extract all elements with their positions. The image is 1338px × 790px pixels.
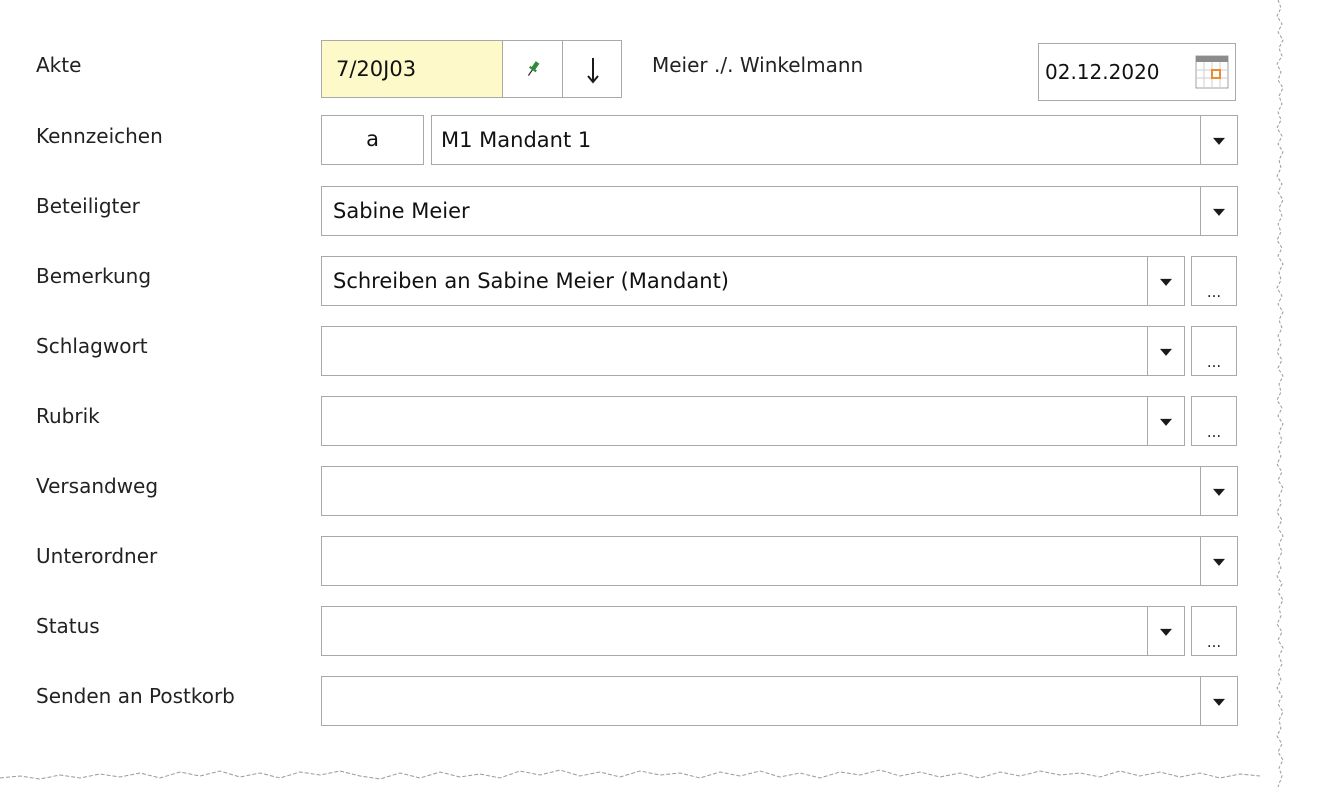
chevron-down-icon	[1160, 348, 1172, 356]
ellipsis-icon: ...	[1206, 633, 1222, 651]
down-arrow-button[interactable]	[562, 40, 622, 98]
postkorb-select[interactable]	[321, 676, 1238, 726]
versandweg-dropdown-button[interactable]	[1200, 467, 1237, 515]
label-status: Status	[36, 614, 100, 638]
chevron-down-icon	[1160, 278, 1172, 286]
chevron-down-icon	[1213, 208, 1225, 216]
chevron-down-icon	[1213, 558, 1225, 566]
bemerkung-select[interactable]: Schreiben an Sabine Meier (Mandant)	[321, 256, 1185, 306]
pin-icon	[527, 61, 540, 76]
chevron-down-icon	[1213, 698, 1225, 706]
akte-number-value: 7/20J03	[336, 57, 417, 81]
akte-number-input[interactable]: 7/20J03	[321, 40, 503, 98]
schlagwort-more-button[interactable]: ...	[1191, 326, 1237, 376]
beteiligter-select[interactable]: Sabine Meier	[321, 186, 1238, 236]
status-dropdown-button[interactable]	[1147, 607, 1184, 655]
ellipsis-icon: ...	[1206, 423, 1222, 441]
kennzeichen-code-value: a	[366, 126, 379, 151]
torn-edge-bottom	[0, 769, 1260, 780]
date-value: 02.12.2020	[1045, 60, 1160, 84]
calendar-icon[interactable]	[1194, 54, 1230, 90]
torn-edge-right	[1276, 0, 1284, 787]
kennzeichen-value: M1 Mandant 1	[441, 128, 592, 152]
schlagwort-dropdown-button[interactable]	[1147, 327, 1184, 375]
kennzeichen-select[interactable]: M1 Mandant 1	[431, 115, 1238, 165]
label-versandweg: Versandweg	[36, 474, 159, 498]
date-field[interactable]: 02.12.2020	[1038, 43, 1236, 101]
label-rubrik: Rubrik	[36, 404, 100, 428]
beteiligter-dropdown-button[interactable]	[1200, 187, 1237, 235]
bemerkung-value: Schreiben an Sabine Meier (Mandant)	[333, 269, 729, 293]
label-beteiligter: Beteiligter	[36, 194, 140, 218]
rubrik-more-button[interactable]: ...	[1191, 396, 1237, 446]
beteiligter-value: Sabine Meier	[333, 199, 470, 223]
unterordner-dropdown-button[interactable]	[1200, 537, 1237, 585]
label-akte: Akte	[36, 53, 82, 77]
schlagwort-select[interactable]	[321, 326, 1185, 376]
label-schlagwort: Schlagwort	[36, 334, 148, 358]
unterordner-select[interactable]	[321, 536, 1238, 586]
kennzeichen-dropdown-button[interactable]	[1200, 116, 1237, 164]
status-select[interactable]	[321, 606, 1185, 656]
rubrik-select[interactable]	[321, 396, 1185, 446]
label-senden-an-postkorb: Senden an Postkorb	[36, 684, 235, 708]
versandweg-select[interactable]	[321, 466, 1238, 516]
ellipsis-icon: ...	[1206, 353, 1222, 371]
chevron-down-icon	[1213, 488, 1225, 496]
status-more-button[interactable]: ...	[1191, 606, 1237, 656]
kennzeichen-code-input[interactable]: a	[321, 115, 424, 165]
rubrik-dropdown-button[interactable]	[1147, 397, 1184, 445]
ellipsis-icon: ...	[1206, 283, 1222, 301]
chevron-down-icon	[1160, 628, 1172, 636]
label-unterordner: Unterordner	[36, 544, 158, 568]
document-form: Akte Kennzeichen Beteiligter Bemerkung S…	[0, 0, 1338, 787]
label-bemerkung: Bemerkung	[36, 264, 152, 288]
chevron-down-icon	[1160, 418, 1172, 426]
akte-parties-text: Meier ./. Winkelmann	[652, 53, 864, 77]
bemerkung-dropdown-button[interactable]	[1147, 257, 1184, 305]
arrow-down-icon	[587, 58, 599, 84]
bemerkung-more-button[interactable]: ...	[1191, 256, 1237, 306]
label-kennzeichen: Kennzeichen	[36, 124, 163, 148]
pin-button[interactable]	[502, 40, 563, 98]
postkorb-dropdown-button[interactable]	[1200, 677, 1237, 725]
chevron-down-icon	[1213, 137, 1225, 145]
